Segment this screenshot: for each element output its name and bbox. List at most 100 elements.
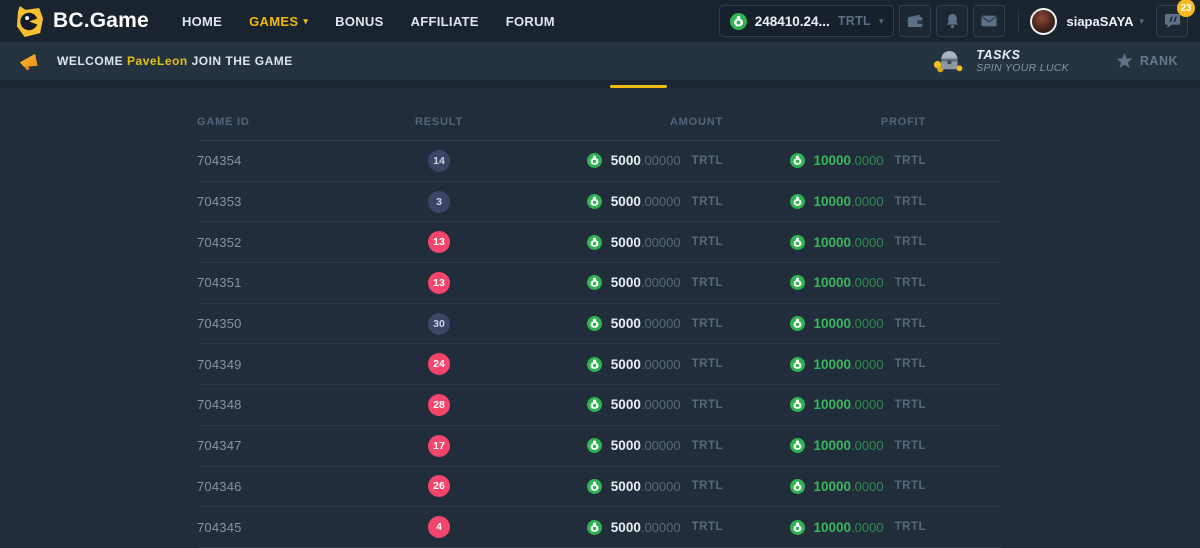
game-id-cell: 704353 <box>197 194 403 209</box>
nav-forum[interactable]: FORUM <box>506 14 555 29</box>
header-result: RESULT <box>403 116 475 128</box>
profit-fraction: .0000 <box>851 520 884 535</box>
result-cell: 4 <box>403 516 475 538</box>
amount-value: 5000 <box>611 357 641 372</box>
welcome-banner: WELCOME PaveLeon JOIN THE GAME TASKS SP <box>0 42 1200 80</box>
amount-value: 5000 <box>611 275 641 290</box>
table-row[interactable]: 704353 3 5000.00000 TRTL <box>197 182 1003 223</box>
avatar[interactable] <box>1030 8 1057 35</box>
messages-button[interactable] <box>973 5 1005 37</box>
coin-trtl-icon <box>790 357 805 372</box>
result-badge: 26 <box>428 475 450 497</box>
nav-bonus[interactable]: BONUS <box>335 14 383 29</box>
result-badge: 4 <box>428 516 450 538</box>
table-row[interactable]: 704346 26 5000.00000 TRTL <box>197 467 1003 508</box>
amount-currency: TRTL <box>692 480 723 492</box>
header-amount: AMOUNT <box>475 116 739 128</box>
amount-currency: TRTL <box>692 155 723 167</box>
nav-games[interactable]: GAMES ▾ <box>249 14 308 29</box>
nav-affiliate[interactable]: AFFILIATE <box>411 14 479 29</box>
result-cell: 14 <box>403 150 475 172</box>
result-badge: 28 <box>428 394 450 416</box>
profit-currency: TRTL <box>895 318 926 330</box>
brand-logo[interactable]: BC.Game <box>0 5 149 38</box>
nav-home[interactable]: HOME <box>182 14 222 29</box>
coin-trtl-icon <box>587 438 602 453</box>
profit-value: 10000 <box>814 316 852 331</box>
coin-trtl-icon <box>730 13 747 30</box>
chevron-down-icon: ▾ <box>879 17 884 26</box>
profit-currency: TRTL <box>895 440 926 452</box>
notifications-button[interactable] <box>936 5 968 37</box>
tasks-title: TASKS <box>976 48 1069 62</box>
profit-cell: 10000.0000 TRTL <box>739 520 1003 535</box>
amount-currency: TRTL <box>692 277 723 289</box>
table-row[interactable]: 704354 14 5000.00000 TRTL <box>197 141 1003 182</box>
profit-value: 10000 <box>814 194 852 209</box>
brand-logo-icon <box>15 5 44 38</box>
table-row[interactable]: 704345 4 5000.00000 TRTL <box>197 507 1003 548</box>
chevron-down-icon: ▾ <box>303 17 308 26</box>
result-badge: 14 <box>428 150 450 172</box>
header-profit: PROFIT <box>739 116 1003 128</box>
coin-trtl-icon <box>587 194 602 209</box>
table-row[interactable]: 704349 24 5000.00000 TRTL <box>197 344 1003 385</box>
profit-fraction: .0000 <box>851 275 884 290</box>
chat-icon <box>1164 13 1181 29</box>
coin-trtl-icon <box>790 316 805 331</box>
result-cell: 13 <box>403 231 475 253</box>
bell-icon <box>945 13 960 29</box>
table-row[interactable]: 704347 17 5000.00000 TRTL <box>197 426 1003 467</box>
balance-selector[interactable]: 248410.24... TRTL ▾ <box>719 5 895 37</box>
amount-value: 5000 <box>611 153 641 168</box>
active-tab-indicator[interactable] <box>610 85 667 88</box>
profit-fraction: .0000 <box>851 397 884 412</box>
username[interactable]: siapaSAYA <box>1066 14 1133 29</box>
amount-currency: TRTL <box>692 318 723 330</box>
coin-trtl-icon <box>587 316 602 331</box>
coin-trtl-icon <box>790 194 805 209</box>
profit-cell: 10000.0000 TRTL <box>739 397 1003 412</box>
amount-currency: TRTL <box>692 521 723 533</box>
rank-link[interactable]: RANK <box>1116 53 1178 69</box>
coin-trtl-icon <box>587 275 602 290</box>
profit-value: 10000 <box>814 235 852 250</box>
profit-cell: 10000.0000 TRTL <box>739 438 1003 453</box>
profit-cell: 10000.0000 TRTL <box>739 479 1003 494</box>
profit-currency: TRTL <box>895 480 926 492</box>
tasks-subtitle: SPIN YOUR LUCK <box>976 62 1069 74</box>
amount-cell: 5000.00000 TRTL <box>475 275 739 290</box>
chat-button[interactable]: 23 <box>1156 5 1188 37</box>
amount-currency: TRTL <box>692 196 723 208</box>
amount-value: 5000 <box>611 397 641 412</box>
top-bar: BC.Game HOME GAMES ▾ BONUS AFFILIATE FOR… <box>0 0 1200 42</box>
result-badge: 13 <box>428 272 450 294</box>
tasks-link[interactable]: TASKS SPIN YOUR LUCK <box>933 48 1069 74</box>
welcome-username[interactable]: PaveLeon <box>127 54 188 68</box>
profit-cell: 10000.0000 TRTL <box>739 316 1003 331</box>
amount-fraction: .00000 <box>641 520 681 535</box>
coin-trtl-icon <box>790 438 805 453</box>
divider <box>1018 10 1019 32</box>
game-id-cell: 704349 <box>197 357 403 372</box>
amount-cell: 5000.00000 TRTL <box>475 316 739 331</box>
table-row[interactable]: 704352 13 5000.00000 TRTL <box>197 222 1003 263</box>
wallet-button[interactable] <box>899 5 931 37</box>
amount-value: 5000 <box>611 520 641 535</box>
table-row[interactable]: 704350 30 5000.00000 TRTL <box>197 304 1003 345</box>
table-body: 704354 14 5000.00000 TRTL <box>197 141 1003 548</box>
amount-cell: 5000.00000 TRTL <box>475 194 739 209</box>
amount-fraction: .00000 <box>641 235 681 250</box>
megaphone-icon <box>19 52 41 71</box>
profit-cell: 10000.0000 TRTL <box>739 194 1003 209</box>
amount-value: 5000 <box>611 316 641 331</box>
coin-trtl-icon <box>587 520 602 535</box>
table-row[interactable]: 704351 13 5000.00000 TRTL <box>197 263 1003 304</box>
profit-fraction: .0000 <box>851 194 884 209</box>
coin-trtl-icon <box>587 479 602 494</box>
amount-fraction: .00000 <box>641 316 681 331</box>
game-id-cell: 704346 <box>197 479 403 494</box>
table-row[interactable]: 704348 28 5000.00000 TRTL <box>197 385 1003 426</box>
profit-value: 10000 <box>814 275 852 290</box>
coin-trtl-icon <box>790 520 805 535</box>
